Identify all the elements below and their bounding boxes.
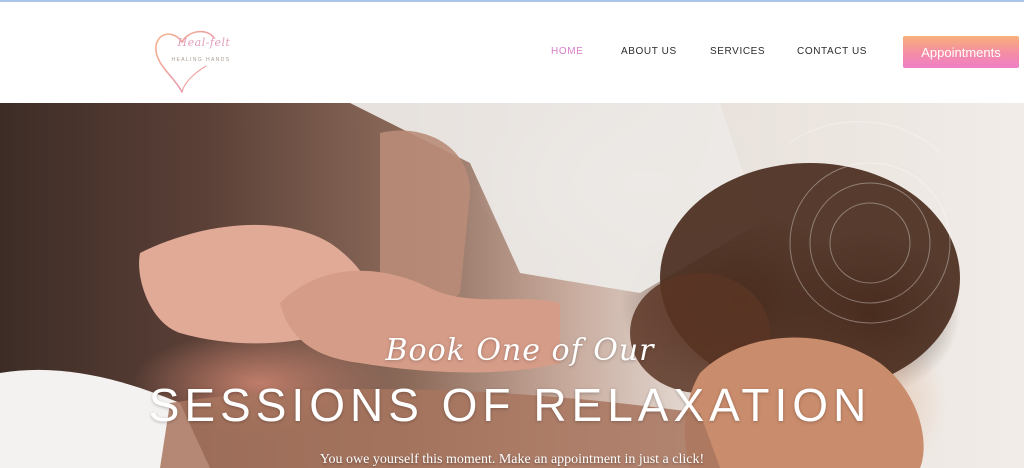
hero-subtitle: You owe yourself this moment. Make an ap…	[319, 452, 705, 467]
hero-banner: Book One of Our SESSIONS OF RELAXATION Y…	[0, 103, 1024, 468]
site-header: Heal-felt HEALING HANDS HOME ABOUT US SE…	[0, 2, 1024, 103]
nav-about-us[interactable]: ABOUT US	[621, 46, 677, 57]
main-nav: HOME ABOUT US SERVICES CONTACT US	[0, 46, 1024, 62]
hero-title: SESSIONS OF RELAXATION	[148, 379, 872, 431]
nav-services[interactable]: SERVICES	[710, 46, 765, 57]
hero-script-heading: Book One of Our	[385, 333, 655, 368]
nav-home[interactable]: HOME	[551, 46, 583, 57]
appointments-button[interactable]: Appointments	[903, 36, 1019, 68]
nav-contact-us[interactable]: CONTACT US	[797, 46, 867, 57]
